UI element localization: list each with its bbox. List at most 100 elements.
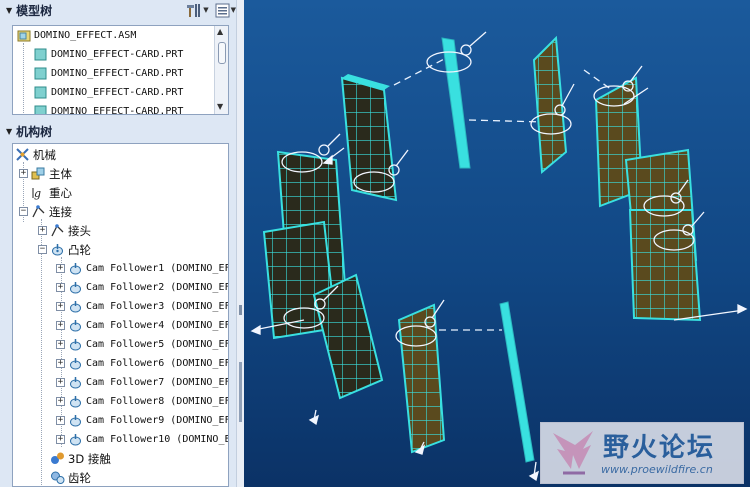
gear-icon bbox=[50, 470, 65, 485]
model-tree-item-label: DOMINO_EFFECT-CARD.PRT bbox=[51, 87, 184, 98]
model-tree-item-label: DOMINO_EFFECT-CARD.PRT bbox=[51, 49, 184, 60]
mech-tree-root[interactable]: 机械 bbox=[15, 145, 56, 164]
watermark-title: 野火论坛 bbox=[603, 433, 716, 463]
scroll-down-icon[interactable]: ▼ bbox=[217, 102, 223, 111]
dropdown-arrow-icon: ▼ bbox=[203, 6, 209, 14]
gravity-icon: g bbox=[31, 185, 46, 200]
cam-follower-item[interactable]: + Cam Follower3 (DOMINO_EF bbox=[56, 297, 229, 316]
model-tree-item-label: DOMINO_EFFECT-CARD.PRT bbox=[51, 68, 184, 79]
cam-icon bbox=[68, 337, 83, 352]
cam-icon bbox=[68, 299, 83, 314]
splitter-grip bbox=[239, 362, 242, 422]
mech-tree-label: 3D 接触 bbox=[68, 451, 111, 466]
cam-follower-item[interactable]: + Cam Follower2 (DOMINO_EF bbox=[56, 278, 228, 297]
model-tree-scrollbar[interactable]: ▲ ▼ bbox=[214, 26, 228, 114]
cam-icon bbox=[68, 394, 83, 409]
scroll-thumb[interactable] bbox=[218, 42, 226, 64]
model-tree-item[interactable]: DOMINO_EFFECT-CARD.PRT bbox=[33, 64, 183, 83]
mech-tree-item-gravity[interactable]: g 重心 bbox=[31, 183, 72, 202]
joint-icon bbox=[50, 223, 65, 238]
expand-icon[interactable]: + bbox=[56, 321, 65, 330]
cam-follower-item[interactable]: + Cam Follower1 (DOMINO_EF bbox=[56, 259, 229, 278]
show-list-icon bbox=[215, 3, 230, 17]
panel-splitter[interactable] bbox=[236, 0, 244, 487]
domino-card[interactable] bbox=[628, 209, 702, 322]
mech-tree-label: Cam Follower1 (DOMINO_EF bbox=[86, 263, 229, 274]
expand-icon[interactable]: + bbox=[56, 416, 65, 425]
mech-tree-label: 重心 bbox=[49, 185, 72, 200]
hammer-settings-icon bbox=[187, 3, 201, 17]
cam-follower-item[interactable]: + Cam Follower8 (DOMINO_EF bbox=[56, 392, 229, 411]
cam-icon bbox=[68, 356, 83, 371]
expand-icon[interactable]: + bbox=[19, 169, 28, 178]
domino-card-edge[interactable] bbox=[441, 37, 535, 463]
model-tree-item[interactable]: DOMINO_EFFECT-CARD.PRT bbox=[33, 102, 183, 114]
cam-icon bbox=[68, 413, 83, 428]
domino-card[interactable] bbox=[312, 273, 384, 400]
mech-tree-label: Cam Follower3 (DOMINO_EF bbox=[86, 301, 229, 312]
cam-follower-item[interactable]: + Cam Follower5 (DOMINO_EF bbox=[56, 335, 229, 354]
mech-tree-label: 齿轮 bbox=[68, 470, 91, 485]
tree-guide-line bbox=[41, 219, 42, 486]
contact-3d-icon bbox=[50, 451, 65, 466]
model-tree-item-label: DOMINO_EFFECT.ASM bbox=[34, 30, 137, 41]
cam-follower-item[interactable]: + Cam Follower6 (DOMINO_EF bbox=[56, 354, 229, 373]
mech-tree-item-connections[interactable]: − 连接 bbox=[19, 202, 72, 221]
cam-icon bbox=[68, 318, 83, 333]
mech-tree-item-3d-contact[interactable]: 3D 接触 bbox=[50, 449, 111, 468]
model-tree-toolbar: ▼ ▼ bbox=[186, 0, 236, 20]
mech-tree-item-bodies[interactable]: + 主体 bbox=[19, 164, 72, 183]
cam-icon bbox=[68, 432, 83, 447]
cam-icon bbox=[50, 242, 65, 257]
cam-icon bbox=[68, 375, 83, 390]
settings-button[interactable]: ▼ bbox=[186, 3, 209, 18]
model-tree-panel[interactable]: DOMINO_EFFECT.ASM DOMINO_EFFECT-CARD.PRT… bbox=[12, 25, 229, 115]
mech-tree-label: Cam Follower5 (DOMINO_EF bbox=[86, 339, 229, 350]
expand-icon[interactable]: + bbox=[56, 378, 65, 387]
expand-icon[interactable]: + bbox=[56, 397, 65, 406]
collapse-icon[interactable]: − bbox=[19, 207, 28, 216]
expand-icon[interactable]: + bbox=[56, 435, 65, 444]
mech-tree-title: 机构树 bbox=[16, 124, 53, 139]
expand-icon[interactable]: + bbox=[56, 264, 65, 273]
mech-tree-item-gears[interactable]: 齿轮 bbox=[50, 468, 91, 486]
mech-tree-label: Cam Follower7 (DOMINO_EF bbox=[86, 377, 229, 388]
expand-icon[interactable]: + bbox=[56, 283, 65, 292]
cam-follower-item[interactable]: + Cam Follower9 (DOMINO_EF bbox=[56, 411, 229, 430]
mech-tree-label: Cam Follower6 (DOMINO_EF bbox=[86, 358, 229, 369]
mech-tree-header[interactable]: ▼ 机构树 bbox=[0, 121, 236, 141]
collapse-arrow-icon[interactable]: ▼ bbox=[6, 6, 12, 15]
mech-tree-label: 连接 bbox=[49, 204, 72, 219]
part-icon bbox=[33, 85, 48, 100]
expand-icon[interactable]: + bbox=[56, 359, 65, 368]
mech-tree-panel[interactable]: 机械 + 主体 g 重心 − 连接 + 接头 − 凸轮 + Cam Follow… bbox=[12, 143, 229, 487]
mech-tree-item-joints[interactable]: + 接头 bbox=[38, 221, 91, 240]
graphics-viewport[interactable]: 野火论坛 www.proewildfire.cn bbox=[244, 0, 750, 487]
domino-card[interactable] bbox=[340, 74, 398, 202]
cam-follower-item[interactable]: + Cam Follower4 (DOMINO_EF bbox=[56, 316, 229, 335]
scroll-up-icon[interactable]: ▲ bbox=[217, 27, 223, 36]
cam-follower-item[interactable]: + Cam Follower7 (DOMINO_EF bbox=[56, 373, 229, 392]
tree-guide-line bbox=[23, 43, 24, 114]
domino-scene bbox=[250, 31, 748, 482]
model-tree-item[interactable]: DOMINO_EFFECT-CARD.PRT bbox=[33, 83, 183, 102]
cam-follower-item[interactable]: + Cam Follower10 (DOMINO_E bbox=[56, 430, 228, 449]
mech-tree-label: 接头 bbox=[68, 223, 91, 238]
mechanism-icon bbox=[15, 147, 30, 162]
expand-icon[interactable]: + bbox=[56, 340, 65, 349]
forum-watermark: 野火论坛 www.proewildfire.cn bbox=[540, 422, 744, 484]
mech-tree-label: Cam Follower9 (DOMINO_EF bbox=[86, 415, 229, 426]
show-button[interactable]: ▼ bbox=[215, 3, 236, 18]
part-icon bbox=[33, 66, 48, 81]
expand-icon[interactable]: + bbox=[56, 302, 65, 311]
mech-tree-item-cams[interactable]: − 凸轮 bbox=[38, 240, 91, 259]
mech-tree-label: Cam Follower4 (DOMINO_EF bbox=[86, 320, 229, 331]
mech-tree-label: Cam Follower8 (DOMINO_EF bbox=[86, 396, 229, 407]
collapse-icon[interactable]: − bbox=[38, 245, 47, 254]
collapse-arrow-icon[interactable]: ▼ bbox=[6, 127, 12, 136]
model-tree-root[interactable]: DOMINO_EFFECT.ASM bbox=[16, 26, 136, 45]
model-tree-item[interactable]: DOMINO_EFFECT-CARD.PRT bbox=[33, 45, 183, 64]
splitter-grip bbox=[239, 305, 242, 315]
cam-icon bbox=[68, 280, 83, 295]
expand-icon[interactable]: + bbox=[38, 226, 47, 235]
